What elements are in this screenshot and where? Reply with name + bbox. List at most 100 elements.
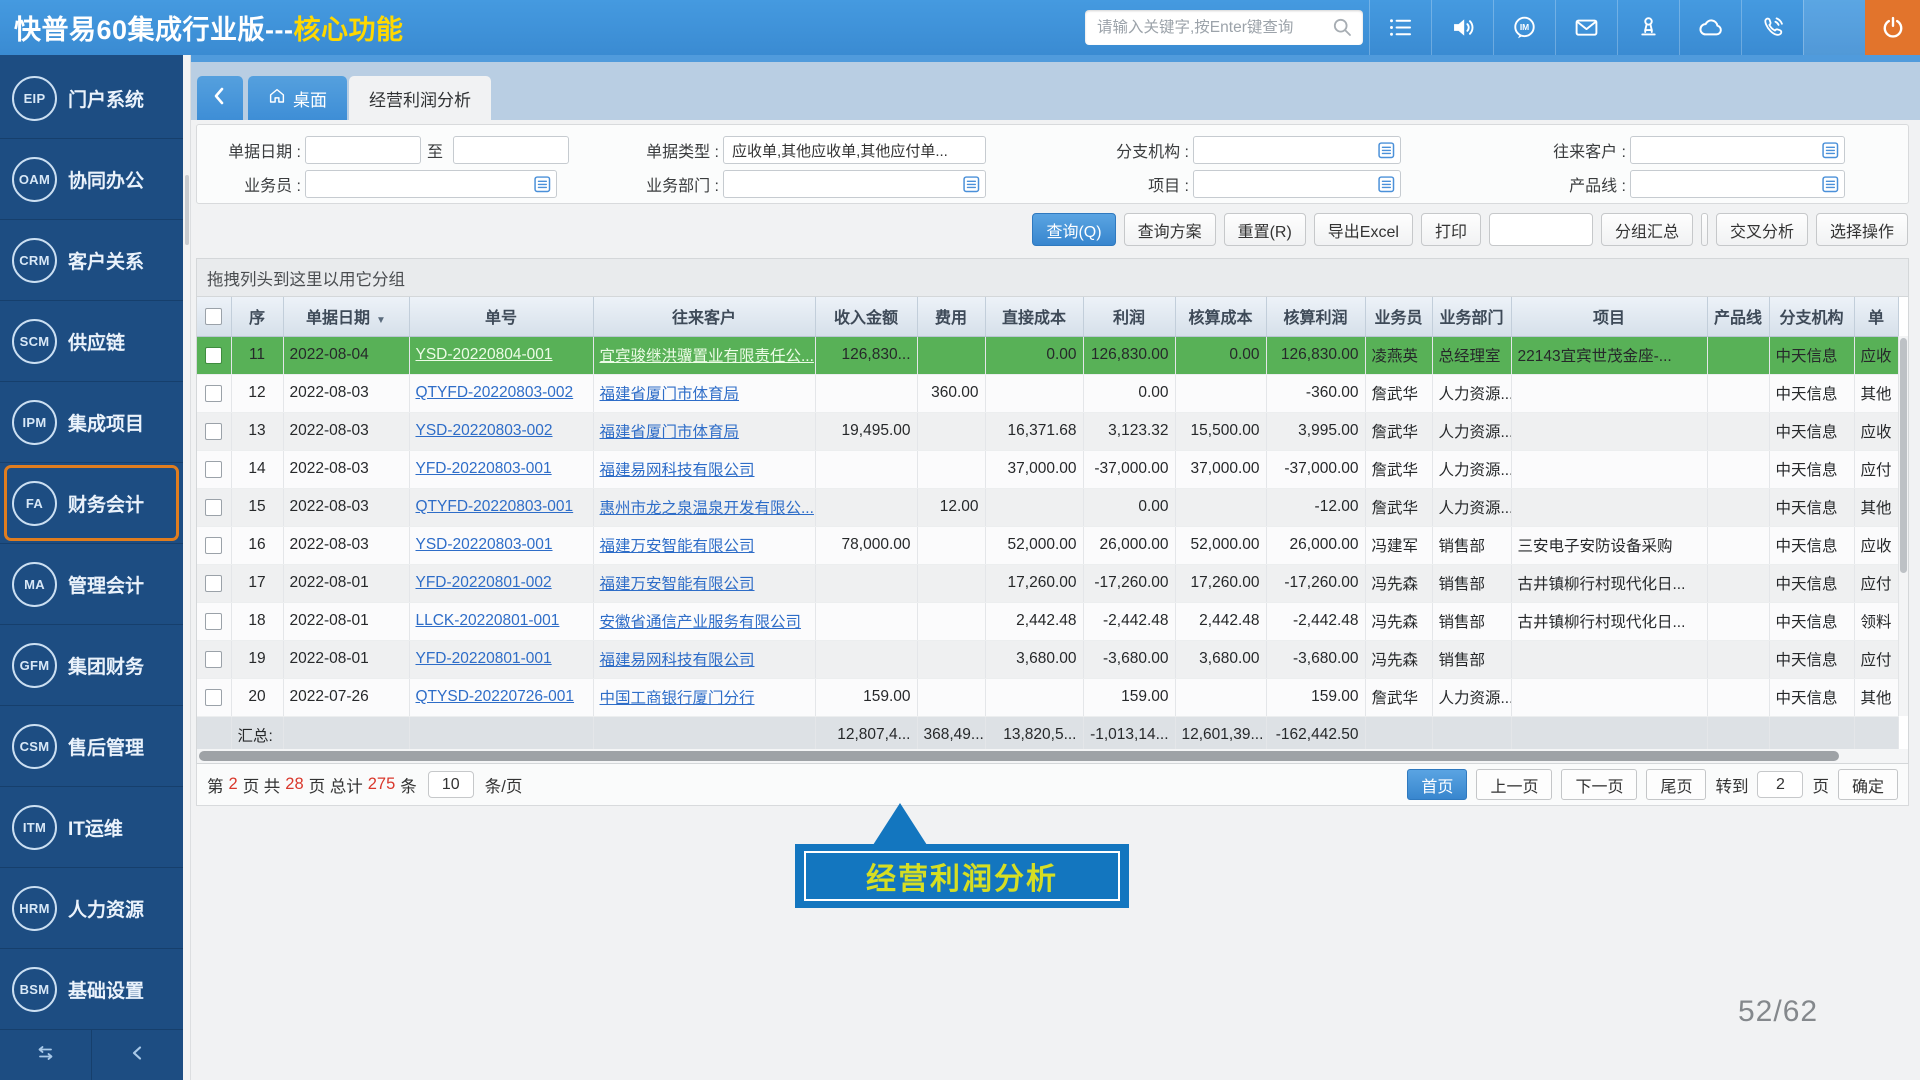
sidebar-item-scm[interactable]: SCM供应链	[0, 301, 183, 382]
sidebar-item-gfm[interactable]: GFM集团财务	[0, 625, 183, 706]
filter-text-input[interactable]	[1194, 137, 1400, 163]
row-checkbox[interactable]	[205, 423, 222, 440]
column-header[interactable]: 业务员	[1365, 297, 1432, 336]
filter-text-input[interactable]	[724, 171, 985, 197]
column-header[interactable]: 往来客户	[593, 297, 815, 336]
table-row[interactable]: 182022-08-01LLCK-20220801-001安徽省通信产业服务有限…	[197, 602, 1898, 640]
customer-link[interactable]: 福建万安智能有限公司	[600, 538, 755, 555]
cloud-icon[interactable]	[1679, 0, 1741, 55]
global-search[interactable]	[1085, 10, 1363, 45]
filter-text-input[interactable]	[1631, 137, 1844, 163]
reset-button[interactable]: 重置(R)	[1224, 213, 1306, 246]
sidebar-item-fa[interactable]: FA财务会计	[0, 463, 183, 544]
goto-page-input[interactable]	[1757, 771, 1803, 798]
query-plan-button[interactable]: 查询方案	[1124, 213, 1216, 246]
cross-analysis-button[interactable]: 交叉分析	[1716, 213, 1808, 246]
prev-page-button[interactable]: 上一页	[1476, 769, 1552, 800]
column-header[interactable]: 分支机构	[1769, 297, 1854, 336]
search-icon[interactable]	[1331, 16, 1355, 40]
collapse-sidebar-button[interactable]	[91, 1030, 183, 1080]
row-checkbox[interactable]	[205, 689, 222, 706]
lookup-icon[interactable]	[1378, 142, 1395, 159]
customer-link[interactable]: 惠州市龙之泉温泉开发有限公...	[600, 500, 814, 517]
search-input[interactable]	[1085, 19, 1331, 37]
next-page-button[interactable]: 下一页	[1561, 769, 1637, 800]
column-header[interactable]: 业务部门	[1432, 297, 1511, 336]
table-row[interactable]: 152022-08-03QTYFD-20220803-001惠州市龙之泉温泉开发…	[197, 488, 1898, 526]
confirm-button[interactable]: 确定	[1838, 769, 1898, 800]
table-row[interactable]: 142022-08-03YFD-20220803-001福建易网科技有限公司37…	[197, 450, 1898, 488]
tab-profit-analysis[interactable]: 经营利润分析	[349, 76, 491, 120]
column-header[interactable]: 核算成本	[1175, 297, 1266, 336]
mail-icon[interactable]	[1555, 0, 1617, 55]
customer-link[interactable]: 安徽省通信产业服务有限公司	[600, 614, 802, 631]
filter-input-box[interactable]	[723, 170, 986, 198]
sidebar-item-ma[interactable]: MA管理会计	[0, 544, 183, 625]
filter-input-box[interactable]	[1630, 170, 1845, 198]
column-header[interactable]: 产品线	[1707, 297, 1769, 336]
toolbar-blank-button[interactable]	[1489, 213, 1593, 246]
sort-desc-icon[interactable]: ▼	[376, 315, 386, 326]
row-checkbox[interactable]	[205, 575, 222, 592]
doc-link[interactable]: QTYFD-20220803-002	[416, 384, 574, 401]
filter-input-box[interactable]	[305, 170, 557, 198]
customer-link[interactable]: 福建省厦门市体育局	[600, 386, 740, 403]
table-row[interactable]: 162022-08-03YSD-20220803-001福建万安智能有限公司78…	[197, 526, 1898, 564]
table-row[interactable]: 202022-07-26QTYSD-20220726-001中国工商银行厦门分行…	[197, 678, 1898, 716]
customer-link[interactable]: 福建省厦门市体育局	[600, 424, 740, 441]
table-row[interactable]: 122022-08-03QTYFD-20220803-002福建省厦门市体育局3…	[197, 374, 1898, 412]
row-checkbox[interactable]	[205, 613, 222, 630]
filter-input-box[interactable]	[1630, 136, 1845, 164]
lookup-icon[interactable]	[534, 176, 551, 193]
lookup-icon[interactable]	[1822, 176, 1839, 193]
doc-link[interactable]: YFD-20220803-001	[416, 460, 552, 477]
page-size-input[interactable]	[428, 771, 474, 798]
column-header[interactable]: 直接成本	[985, 297, 1083, 336]
sidebar-item-itm[interactable]: ITMIT运维	[0, 787, 183, 868]
tab-desktop[interactable]: 桌面	[248, 76, 347, 120]
column-header[interactable]: 序	[231, 297, 283, 336]
column-header[interactable]: 项目	[1511, 297, 1707, 336]
filter-input-box[interactable]: 应收单,其他应收单,其他应付单...	[723, 136, 986, 164]
group-summary-button[interactable]: 分组汇总	[1601, 213, 1693, 246]
column-header[interactable]: 单	[1854, 297, 1898, 336]
vertical-scrollbar-thumb[interactable]	[1900, 338, 1907, 573]
date-from-field[interactable]	[305, 136, 421, 164]
lookup-icon[interactable]	[963, 176, 980, 193]
sidebar-item-hrm[interactable]: HRM人力资源	[0, 868, 183, 949]
sidebar-item-ipm[interactable]: IPM集成项目	[0, 382, 183, 463]
column-header[interactable]: 收入金额	[815, 297, 917, 336]
doc-link[interactable]: YSD-20220803-002	[416, 422, 553, 439]
row-checkbox[interactable]	[205, 347, 222, 364]
column-header[interactable]: 单据日期▼	[283, 297, 409, 336]
filter-text-input[interactable]	[306, 171, 556, 197]
table-row[interactable]: 192022-08-01YFD-20220801-001福建易网科技有限公司3,…	[197, 640, 1898, 678]
doc-link[interactable]: QTYSD-20220726-001	[416, 688, 575, 705]
sidebar-item-oam[interactable]: OAM协同办公	[0, 139, 183, 220]
customer-link[interactable]: 福建万安智能有限公司	[600, 576, 755, 593]
customer-link[interactable]: 中国工商银行厦门分行	[600, 690, 755, 707]
group-by-bar[interactable]: 拖拽列头到这里以用它分组	[197, 259, 1908, 297]
doc-link[interactable]: YSD-20220803-001	[416, 536, 553, 553]
lookup-icon[interactable]	[1378, 176, 1395, 193]
filter-text-input[interactable]	[1194, 171, 1400, 197]
column-header[interactable]: 利润	[1083, 297, 1175, 336]
power-icon[interactable]	[1865, 0, 1920, 55]
row-checkbox[interactable]	[205, 461, 222, 478]
phone-icon[interactable]	[1741, 0, 1803, 55]
customer-link[interactable]: 宜宾骏继洪骥置业有限责任公...	[600, 348, 814, 365]
export-excel-button[interactable]: 导出Excel	[1314, 213, 1413, 246]
column-header[interactable]: 单号	[409, 297, 593, 336]
horizontal-scrollbar-thumb[interactable]	[199, 751, 1839, 761]
sidebar-item-crm[interactable]: CRM客户关系	[0, 220, 183, 301]
row-checkbox[interactable]	[205, 651, 222, 668]
seal-icon[interactable]	[1617, 0, 1679, 55]
doc-link[interactable]: YFD-20220801-002	[416, 574, 552, 591]
filter-input-box[interactable]	[1193, 136, 1401, 164]
doc-link[interactable]: YFD-20220801-001	[416, 650, 552, 667]
vertical-scrollbar[interactable]	[1898, 336, 1908, 716]
customer-link[interactable]: 福建易网科技有限公司	[600, 652, 755, 669]
table-row[interactable]: 132022-08-03YSD-20220803-002福建省厦门市体育局19,…	[197, 412, 1898, 450]
list-icon[interactable]	[1369, 0, 1431, 55]
filter-input-box[interactable]	[1193, 170, 1401, 198]
